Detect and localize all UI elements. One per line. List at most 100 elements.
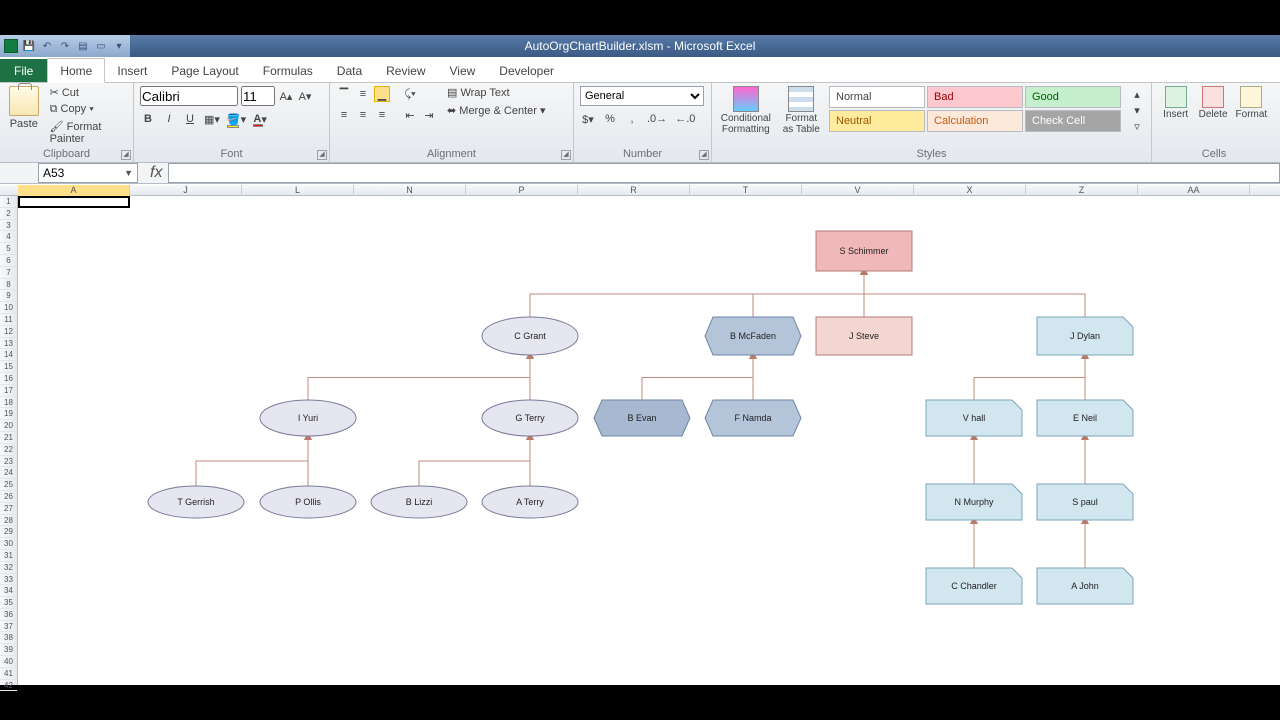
row-header[interactable]: 31 <box>0 550 17 562</box>
align-center-icon[interactable]: ≡ <box>355 107 371 123</box>
row-header[interactable]: 15 <box>0 361 17 373</box>
row-header[interactable]: 29 <box>0 526 17 538</box>
comma-icon[interactable]: , <box>624 111 640 127</box>
col-header[interactable]: N <box>354 185 466 196</box>
row-header[interactable]: 18 <box>0 397 17 409</box>
name-box[interactable]: A53 ▼ <box>38 163 138 183</box>
row-header[interactable]: 35 <box>0 597 17 609</box>
row-header[interactable]: 2 <box>0 208 17 220</box>
underline-button[interactable]: U <box>182 111 198 127</box>
dialog-launcher-icon[interactable]: ◢ <box>121 150 131 160</box>
col-header[interactable]: X <box>914 185 1026 196</box>
org-node[interactable]: P Ollis <box>260 486 356 518</box>
row-header[interactable]: 42 <box>0 680 17 692</box>
increase-font-icon[interactable]: A▴ <box>278 88 294 104</box>
chevron-down-icon[interactable]: ▼ <box>124 168 133 178</box>
insert-cells-button[interactable]: Insert <box>1158 86 1193 120</box>
row-header[interactable]: 6 <box>0 255 17 267</box>
align-bottom-icon[interactable]: ▁ <box>374 86 390 102</box>
dialog-launcher-icon[interactable]: ◢ <box>317 150 327 160</box>
tab-formulas[interactable]: Formulas <box>251 59 325 82</box>
row-header[interactable]: 39 <box>0 644 17 656</box>
dialog-launcher-icon[interactable]: ◢ <box>699 150 709 160</box>
font-color-button[interactable]: A▾ <box>252 111 268 127</box>
conditional-formatting-button[interactable]: Conditional Formatting <box>718 86 774 135</box>
worksheet[interactable]: A J L N P R T V X Z AA 12345678910111213… <box>0 185 1280 685</box>
percent-icon[interactable]: % <box>602 111 618 127</box>
delete-cells-button[interactable]: Delete <box>1195 86 1230 120</box>
style-check-cell[interactable]: Check Cell <box>1025 110 1121 132</box>
increase-indent-icon[interactable]: ⇥ <box>421 107 437 123</box>
org-node[interactable]: B McFaden <box>705 317 801 355</box>
col-header[interactable]: J <box>130 185 242 196</box>
decrease-indent-icon[interactable]: ⇤ <box>402 107 418 123</box>
col-header[interactable]: Z <box>1026 185 1138 196</box>
merge-center-button[interactable]: ⬌ Merge & Center ▾ <box>445 104 548 117</box>
org-node[interactable]: B Lizzi <box>371 486 467 518</box>
align-right-icon[interactable]: ≡ <box>374 107 390 123</box>
row-header[interactable]: 5 <box>0 243 17 255</box>
wrap-text-button[interactable]: ▤ Wrap Text <box>445 86 548 99</box>
row-header[interactable]: 41 <box>0 668 17 680</box>
row-header[interactable]: 21 <box>0 432 17 444</box>
org-node[interactable]: N Murphy <box>926 484 1022 520</box>
row-header[interactable]: 36 <box>0 609 17 621</box>
org-node[interactable]: B Evan <box>594 400 690 436</box>
row-header[interactable]: 7 <box>0 267 17 279</box>
row-header[interactable]: 14 <box>0 349 17 361</box>
gallery-more-icon[interactable]: ▿ <box>1129 118 1145 134</box>
tab-file[interactable]: File <box>0 59 47 82</box>
cut-button[interactable]: ✂ Cut <box>48 86 127 99</box>
row-header[interactable]: 34 <box>0 585 17 597</box>
format-cells-button[interactable]: Format <box>1233 86 1270 120</box>
orientation-icon[interactable]: ⤹▾ <box>402 86 418 102</box>
style-good[interactable]: Good <box>1025 86 1121 108</box>
fill-color-button[interactable]: 🪣▾ <box>226 111 247 127</box>
org-node[interactable]: S Schimmer <box>816 231 912 271</box>
format-painter-button[interactable]: 🖌 Format Painter <box>48 120 127 145</box>
org-node[interactable]: C Chandler <box>926 568 1022 604</box>
align-middle-icon[interactable]: ≡ <box>355 86 371 102</box>
row-header[interactable]: 37 <box>0 621 17 633</box>
row-header[interactable]: 23 <box>0 456 17 468</box>
border-button[interactable]: ▦▾ <box>203 111 221 127</box>
row-header[interactable]: 40 <box>0 656 17 668</box>
org-chart[interactable]: S SchimmerC GrantB McFadenJ SteveJ Dylan… <box>18 196 1278 676</box>
org-node[interactable]: C Grant <box>482 317 578 355</box>
paste-button[interactable]: Paste <box>6 86 42 130</box>
col-header[interactable]: AA <box>1138 185 1250 196</box>
col-header[interactable]: A <box>18 185 130 196</box>
org-node[interactable]: A John <box>1037 568 1133 604</box>
style-normal[interactable]: Normal <box>829 86 925 108</box>
bold-button[interactable]: B <box>140 111 156 127</box>
align-top-icon[interactable]: ▔ <box>336 86 352 102</box>
row-header[interactable]: 8 <box>0 279 17 291</box>
tab-data[interactable]: Data <box>325 59 374 82</box>
decrease-decimal-icon[interactable]: ←.0 <box>674 111 696 127</box>
row-header[interactable]: 27 <box>0 503 17 515</box>
dialog-launcher-icon[interactable]: ◢ <box>561 150 571 160</box>
col-header[interactable]: L <box>242 185 354 196</box>
org-node[interactable]: A Terry <box>482 486 578 518</box>
org-node[interactable]: E Neil <box>1037 400 1133 436</box>
row-header[interactable]: 12 <box>0 326 17 338</box>
row-header[interactable]: 10 <box>0 302 17 314</box>
row-header[interactable]: 1 <box>0 196 17 208</box>
row-header[interactable]: 19 <box>0 408 17 420</box>
row-header[interactable]: 17 <box>0 385 17 397</box>
org-node[interactable]: S paul <box>1037 484 1133 520</box>
org-node[interactable]: J Steve <box>816 317 912 355</box>
org-node[interactable]: F Namda <box>705 400 801 436</box>
row-header[interactable]: 16 <box>0 373 17 385</box>
row-header[interactable]: 20 <box>0 420 17 432</box>
copy-button[interactable]: ⧉ Copy ▾ <box>48 103 127 116</box>
row-header[interactable]: 30 <box>0 538 17 550</box>
style-neutral[interactable]: Neutral <box>829 110 925 132</box>
align-left-icon[interactable]: ≡ <box>336 107 352 123</box>
org-node[interactable]: T Gerrish <box>148 486 244 518</box>
number-format-select[interactable]: General <box>580 86 704 106</box>
tab-page-layout[interactable]: Page Layout <box>159 59 250 82</box>
tab-developer[interactable]: Developer <box>487 59 566 82</box>
org-node[interactable]: V hall <box>926 400 1022 436</box>
fx-icon[interactable]: fx <box>144 164 168 182</box>
